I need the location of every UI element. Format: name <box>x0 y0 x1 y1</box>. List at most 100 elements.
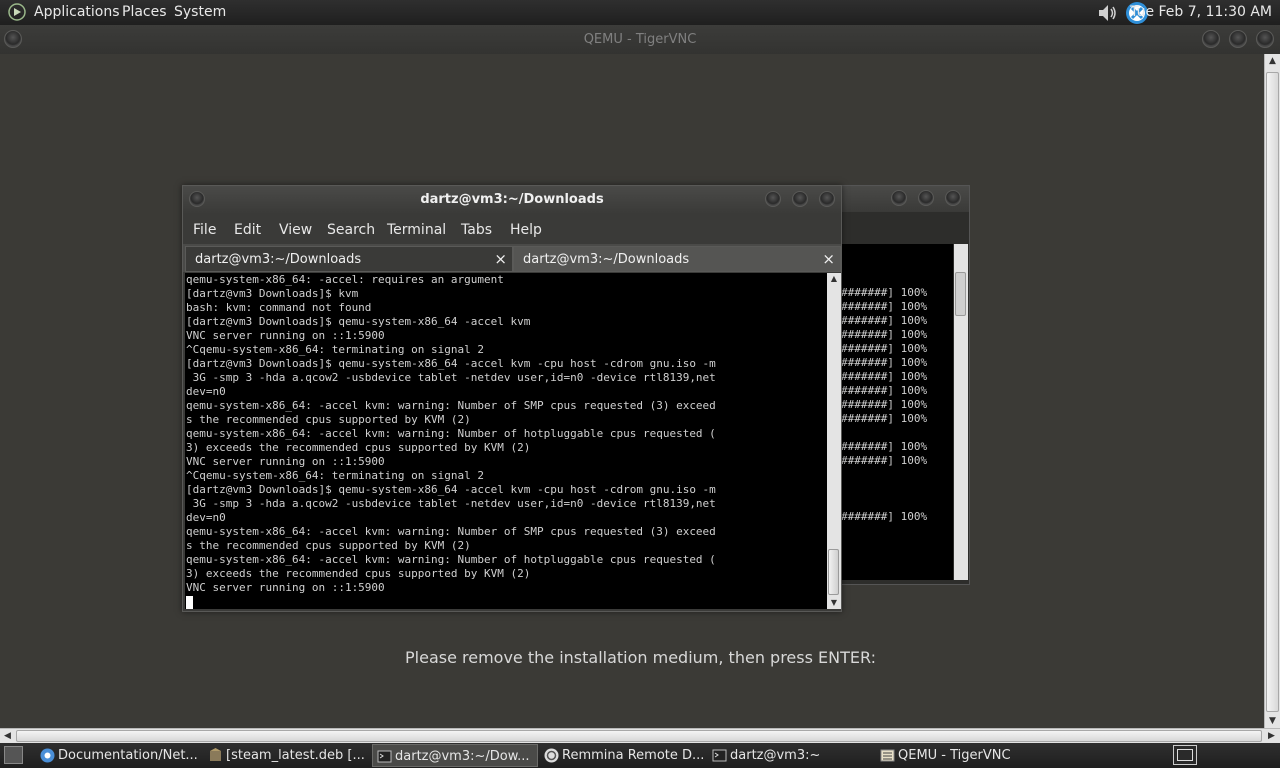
menu-terminal[interactable]: Terminal <box>387 222 446 238</box>
vnc-window-title: QEMU - TigerVNC <box>583 32 697 47</box>
terminal-minimize-button[interactable] <box>765 191 781 207</box>
vnc-scroll-right-icon[interactable]: ▶ <box>1264 729 1279 744</box>
terminal-title: dartz@vm3:~/Downloads <box>420 192 604 207</box>
terminal-line: [dartz@vm3 Downloads]$ qemu-system-x86_6… <box>186 483 716 496</box>
terminal-line: s the recommended cpus supported by KVM … <box>186 413 471 426</box>
terminal-scroll-up-icon[interactable]: ▲ <box>827 273 841 285</box>
bg-close-button[interactable] <box>945 190 961 206</box>
background-terminal-line <box>841 496 953 510</box>
terminal-line: ^Cqemu-system-x86_64: terminating on sig… <box>186 469 485 482</box>
background-terminal-scrollbar[interactable] <box>954 244 968 580</box>
vnc-scroll-up-icon[interactable]: ▲ <box>1265 54 1280 69</box>
vnc-vertical-scrollbar[interactable]: ▲ ▼ <box>1264 54 1280 729</box>
background-terminal-line: #######] 100% <box>841 440 928 453</box>
terminal-line: [dartz@vm3 Downloads]$ kvm <box>186 287 359 300</box>
minimize-button[interactable] <box>1202 30 1220 48</box>
terminal-line: [dartz@vm3 Downloads]$ qemu-system-x86_6… <box>186 357 716 370</box>
bottom-taskbar: Documentation/Net... [steam_latest.deb [… <box>0 743 1280 768</box>
tab-2-close-icon[interactable]: × <box>822 250 835 268</box>
task-documentation[interactable]: Documentation/Net... <box>36 744 202 767</box>
background-terminal-window[interactable]: #######] 100% #######] 100% #######] 100% #… <box>840 185 970 585</box>
background-terminal-line: #######] 100% <box>841 510 928 523</box>
menu-help[interactable]: Help <box>510 222 542 238</box>
terminal-tab-2[interactable]: dartz@vm3:~/Downloads × <box>513 246 841 272</box>
terminal-line: 3) exceeds the recommended cpus supporte… <box>186 567 531 580</box>
terminal-line: bash: kvm: command not found <box>186 301 372 314</box>
terminal-line: 3) exceeds the recommended cpus supporte… <box>186 441 531 454</box>
background-terminal-line: #######] 100% <box>841 398 928 411</box>
background-terminal-line: #######] 100% <box>841 412 928 425</box>
vnc-window: QEMU - TigerVNC #######] 100% #######] 10… <box>0 25 1280 743</box>
terminal-line: dev=n0 <box>186 385 226 398</box>
background-terminal-line: #######] 100% <box>841 454 928 467</box>
terminal-line: qemu-system-x86_64: -accel kvm: warning:… <box>186 553 716 566</box>
background-terminal-line <box>841 244 953 258</box>
background-terminal-line <box>841 468 953 482</box>
terminal-line: 3G -smp 3 -hda a.qcow2 -usbdevice tablet… <box>186 497 716 510</box>
tab-1-close-icon[interactable]: × <box>494 250 507 268</box>
chrome-icon <box>40 748 55 763</box>
terminal-scrollbar[interactable]: ▲ ▼ <box>827 273 841 609</box>
maximize-button[interactable] <box>1229 30 1247 48</box>
terminal-line: qemu-system-x86_64: -accel kvm: warning:… <box>186 525 716 538</box>
terminal-scroll-down-icon[interactable]: ▼ <box>827 597 841 609</box>
terminal-prompt-line[interactable] <box>186 595 827 609</box>
top-panel: Applications Places System Tue Feb 7, 11… <box>0 0 1280 25</box>
vnc-horizontal-scroll-thumb[interactable] <box>16 730 1262 742</box>
applications-menu[interactable]: Applications <box>34 4 120 20</box>
terminal-line: dev=n0 <box>186 511 226 524</box>
workspace-switcher[interactable] <box>1173 745 1197 765</box>
vnc-scroll-left-icon[interactable]: ◀ <box>0 729 15 744</box>
terminal-icon <box>377 750 392 763</box>
terminal-line: qemu-system-x86_64: -accel kvm: warning:… <box>186 399 716 412</box>
task-remmina[interactable]: Remmina Remote D... <box>540 744 706 767</box>
gnome-logo-icon[interactable] <box>7 3 27 21</box>
menu-tabs[interactable]: Tabs <box>461 222 492 238</box>
terminal-window[interactable]: dartz@vm3:~/Downloads File Edit View Sea… <box>182 185 842 612</box>
background-terminal-output[interactable]: #######] 100% #######] 100% #######] 100% #… <box>841 244 953 580</box>
close-button[interactable] <box>1256 30 1274 48</box>
tab-2-label: dartz@vm3:~/Downloads <box>523 252 690 267</box>
vnc-scroll-down-icon[interactable]: ▼ <box>1265 714 1280 729</box>
terminal-line: VNC server running on ::1:5900 <box>186 581 385 594</box>
terminal-tab-1[interactable]: dartz@vm3:~/Downloads × <box>185 246 513 272</box>
task-qemu-tigervnc[interactable]: QEMU - TigerVNC <box>876 744 1042 767</box>
vnc-vertical-scroll-thumb[interactable] <box>1266 72 1279 712</box>
background-terminal-line: #######] 100% <box>841 342 928 355</box>
terminal-output[interactable]: qemu-system-x86_64: -accel: requires an … <box>185 273 827 609</box>
terminal-titlebar[interactable]: dartz@vm3:~/Downloads <box>183 186 841 214</box>
terminal-close-button[interactable] <box>819 191 835 207</box>
guest-console-message: Please remove the installation medium, t… <box>405 648 876 667</box>
terminal-tab-bar: dartz@vm3:~/Downloads × dartz@vm3:~/Down… <box>183 244 841 272</box>
background-terminal-line: #######] 100% <box>841 370 928 383</box>
menu-view[interactable]: View <box>279 222 312 238</box>
terminal-scroll-thumb[interactable] <box>828 549 839 595</box>
vnc-horizontal-scrollbar[interactable]: ◀ ▶ <box>0 728 1280 743</box>
system-menu[interactable]: System <box>174 4 226 20</box>
background-terminal-line: #######] 100% <box>841 314 928 327</box>
vnc-titlebar[interactable]: QEMU - TigerVNC <box>0 25 1280 54</box>
bg-maximize-button[interactable] <box>918 190 934 206</box>
menu-search[interactable]: Search <box>327 222 375 238</box>
background-terminal-scroll-thumb[interactable] <box>955 272 966 316</box>
background-terminal-line <box>841 272 953 286</box>
terminal-line: 3G -smp 3 -hda a.qcow2 -usbdevice tablet… <box>186 371 716 384</box>
terminal-line: ^Cqemu-system-x86_64: terminating on sig… <box>186 343 485 356</box>
task-terminal-home[interactable]: dartz@vm3:~ <box>708 744 874 767</box>
places-menu[interactable]: Places <box>122 4 167 20</box>
bg-minimize-button[interactable] <box>891 190 907 206</box>
volume-icon[interactable] <box>1096 2 1118 24</box>
show-desktop-icon[interactable] <box>4 746 23 764</box>
menu-edit[interactable]: Edit <box>234 222 261 238</box>
background-terminal-line <box>841 258 953 272</box>
background-terminal-line: #######] 100% <box>841 356 928 369</box>
menu-file[interactable]: File <box>193 222 216 238</box>
task-terminal-downloads[interactable]: dartz@vm3:~/Dow... <box>372 744 538 767</box>
package-icon <box>210 748 221 761</box>
terminal-maximize-button[interactable] <box>792 191 808 207</box>
task-steam-deb[interactable]: [steam_latest.deb [... <box>204 744 370 767</box>
clock[interactable]: Tue Feb 7, 11:30 AM <box>1130 4 1272 20</box>
background-terminal-line: #######] 100% <box>841 328 928 341</box>
terminal-line: qemu-system-x86_64: -accel kvm: warning:… <box>186 427 716 440</box>
background-terminal-titlebar[interactable] <box>841 186 969 212</box>
